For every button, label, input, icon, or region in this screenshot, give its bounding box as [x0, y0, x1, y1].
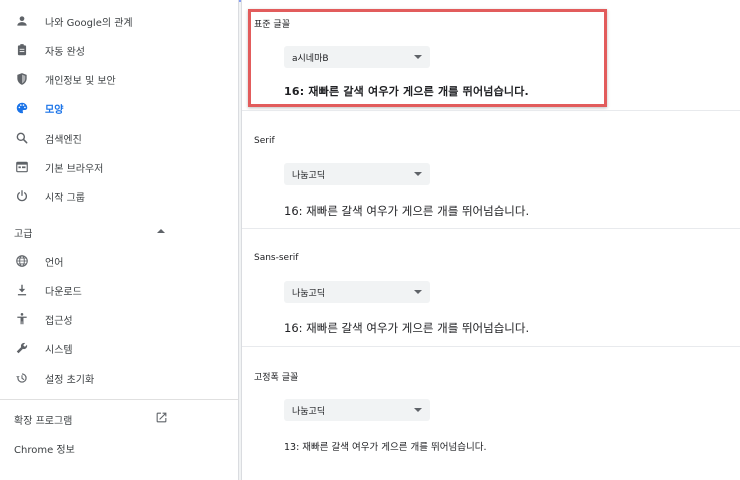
sidebar-item-languages[interactable]: 언어: [0, 247, 238, 275]
browser-icon: [13, 158, 31, 176]
sidebar-item-default-browser[interactable]: 기본 브라우저: [0, 153, 238, 181]
search-icon: [13, 129, 31, 147]
sidebar-item-reset-settings[interactable]: 설정 초기화: [0, 364, 238, 392]
sans-serif-font-select[interactable]: 나눔고딕: [284, 281, 430, 303]
advanced-toggle[interactable]: 고급: [14, 223, 166, 241]
sidebar-item-accessibility[interactable]: 접근성: [0, 305, 238, 333]
dropdown-arrow-icon: [414, 290, 422, 294]
sidebar-item-extensions[interactable]: 확장 프로그램: [14, 410, 168, 428]
sidebar-item-appearance[interactable]: 모양: [0, 94, 238, 122]
sidebar-item-label: 개인정보 및 보안: [45, 75, 116, 87]
sidebar-divider: [0, 399, 238, 400]
sidebar-item-system[interactable]: 시스템: [0, 334, 238, 362]
font-sample-text: 13: 재빠른 갈색 여우가 게으른 개를 뛰어넘습니다.: [284, 442, 487, 453]
font-sample-text: 16: 재빠른 갈색 여우가 게으른 개를 뛰어넘습니다.: [284, 204, 530, 218]
dropdown-arrow-icon: [414, 408, 422, 412]
advanced-label: 고급: [14, 228, 33, 240]
dropdown-arrow-icon: [414, 172, 422, 176]
power-icon: [13, 187, 31, 205]
highlight-box: [248, 9, 607, 107]
section-title: 고정폭 글꼴: [254, 373, 299, 383]
open-in-new-icon: [155, 411, 168, 427]
download-icon: [13, 281, 31, 299]
extensions-label: 확장 프로그램: [14, 415, 73, 427]
wrench-icon: [13, 339, 31, 357]
settings-sidebar: 나와 Google의 관계 자동 완성 개인정보 및 보안 모양 검색엔진 기본…: [0, 0, 239, 480]
sidebar-item-label: 다운로드: [45, 286, 82, 298]
sidebar-item-you-and-google[interactable]: 나와 Google의 관계: [0, 7, 238, 35]
section-title: Serif: [254, 136, 275, 146]
sidebar-item-label: 나와 Google의 관계: [45, 17, 133, 29]
sidebar-item-downloads[interactable]: 다운로드: [0, 276, 238, 304]
history-icon: [13, 369, 31, 387]
chevron-up-icon: [156, 227, 166, 238]
sidebar-item-label: 언어: [45, 257, 64, 269]
sidebar-item-search-engine[interactable]: 검색엔진: [0, 124, 238, 152]
fixed-width-font-section: 고정폭 글꼴 나눔고딕 13: 재빠른 갈색 여우가 게으른 개를 뛰어넘습니다…: [242, 346, 740, 480]
sidebar-item-privacy[interactable]: 개인정보 및 보안: [0, 65, 238, 93]
serif-font-section: Serif 나눔고딕 16: 재빠른 갈색 여우가 게으른 개를 뛰어넘습니다.: [242, 110, 740, 228]
select-value: 나눔고딕: [292, 406, 326, 417]
fixed-width-font-select[interactable]: 나눔고딕: [284, 399, 430, 421]
shield-icon: [13, 70, 31, 88]
sidebar-item-label: 검색엔진: [45, 134, 82, 146]
sidebar-item-label: 시작 그룹: [45, 192, 85, 204]
font-sample-text: 16: 재빠른 갈색 여우가 게으른 개를 뛰어넘습니다.: [284, 321, 530, 335]
sidebar-item-label: 기본 브라우저: [45, 163, 104, 175]
sidebar-item-label: 자동 완성: [45, 46, 85, 58]
sidebar-item-label: 설정 초기화: [45, 374, 95, 386]
sidebar-item-label: 모양: [45, 104, 64, 116]
accessibility-icon: [13, 310, 31, 328]
serif-font-select[interactable]: 나눔고딕: [284, 163, 430, 185]
sidebar-item-on-startup[interactable]: 시작 그룹: [0, 182, 238, 210]
sidebar-item-autofill[interactable]: 자동 완성: [0, 36, 238, 64]
clipboard-icon: [13, 41, 31, 59]
person-icon: [13, 12, 31, 30]
standard-font-section: 표준 글꼴 a시네마B 16: 재빠른 갈색 여우가 게으른 개를 뛰어넘습니다…: [242, 0, 740, 110]
globe-icon: [13, 252, 31, 270]
palette-icon: [13, 99, 31, 117]
fonts-settings-panel: 표준 글꼴 a시네마B 16: 재빠른 갈색 여우가 게으른 개를 뛰어넘습니다…: [241, 0, 740, 480]
section-title: Sans-serif: [254, 253, 299, 263]
sidebar-item-label: 접근성: [45, 315, 73, 327]
select-value: 나눔고딕: [292, 170, 326, 181]
select-value: 나눔고딕: [292, 288, 326, 299]
sidebar-item-label: 시스템: [45, 344, 73, 356]
sans-serif-font-section: Sans-serif 나눔고딕 16: 재빠른 갈색 여우가 게으른 개를 뛰어…: [242, 228, 740, 346]
sidebar-item-about-chrome[interactable]: Chrome 정보: [14, 441, 75, 456]
